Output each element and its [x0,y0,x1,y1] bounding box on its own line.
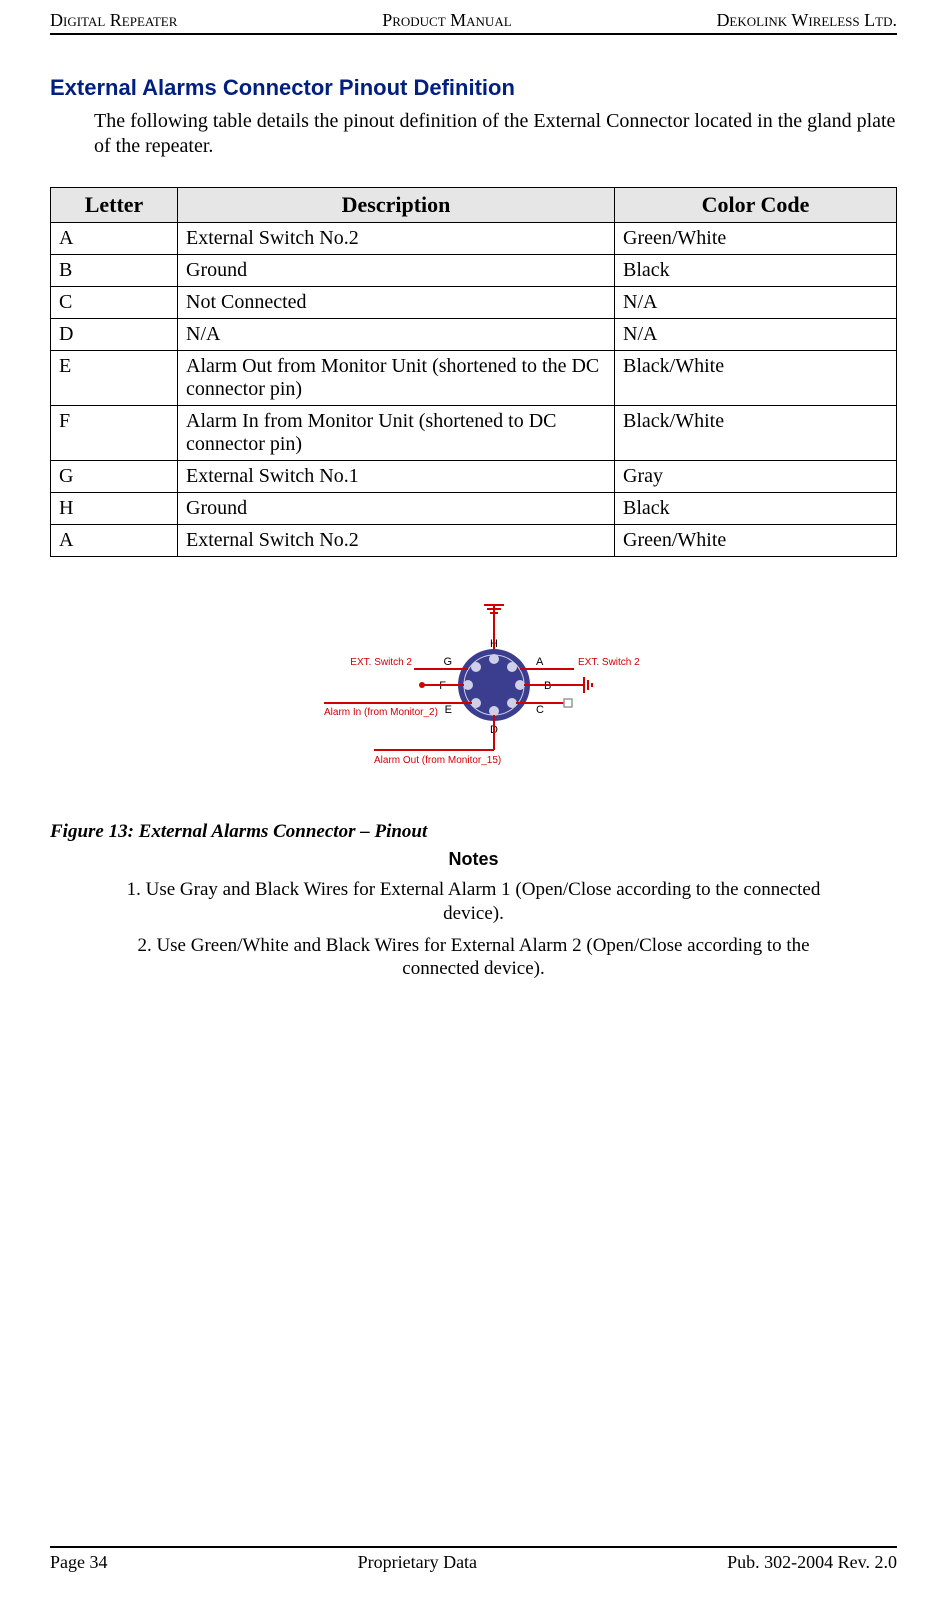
cell-letter: A [51,223,178,255]
cell-letter: F [51,406,178,461]
cell-color: Gray [615,461,897,493]
cell-letter: B [51,255,178,287]
footer-left: Page 34 [50,1552,108,1573]
table-row: E Alarm Out from Monitor Unit (shortened… [51,351,897,406]
table-row: G External Switch No.1 Gray [51,461,897,493]
col-color: Color Code [615,188,897,223]
table-row: A External Switch No.2 Green/White [51,525,897,557]
cell-description: External Switch No.1 [178,461,615,493]
cell-description: Ground [178,255,615,287]
cell-color: Black [615,493,897,525]
cell-color: N/A [615,287,897,319]
label-alarm-in: Alarm In (from Monitor_2) [324,707,438,718]
table-row: D N/A N/A [51,319,897,351]
cell-letter: D [51,319,178,351]
pinout-table: Letter Description Color Code A External… [50,187,897,557]
pin-label-c: C [536,704,544,716]
label-alarm-out: Alarm Out (from Monitor_15) [374,755,501,766]
cell-letter: C [51,287,178,319]
open-c-icon [564,699,572,707]
cell-color: Green/White [615,223,897,255]
label-ext-switch-right: EXT. Switch 2 [578,657,640,668]
pin-label-g: G [443,656,452,668]
connector-diagram: H A B C D E F G EXT. Switch 2 EXT. Switc… [50,585,897,791]
cell-description: N/A [178,319,615,351]
cell-description: External Switch No.2 [178,223,615,255]
page-footer: Page 34 Proprietary Data Pub. 302-2004 R… [50,1546,897,1573]
note-item: 2. Use Green/White and Black Wires for E… [110,934,837,982]
table-header-row: Letter Description Color Code [51,188,897,223]
footer-right: Pub. 302-2004 Rev. 2.0 [727,1552,897,1573]
stub-f-icon [419,682,425,688]
cell-letter: E [51,351,178,406]
table-row: A External Switch No.2 Green/White [51,223,897,255]
notes-heading: Notes [50,849,897,870]
label-ext-switch-left: EXT. Switch 2 [350,657,412,668]
page-header: Digital Repeater Product Manual Dekolink… [50,10,897,35]
cell-description: Alarm Out from Monitor Unit (shortened t… [178,351,615,406]
cell-color: N/A [615,319,897,351]
note-item: 1. Use Gray and Black Wires for External… [110,878,837,926]
table-row: B Ground Black [51,255,897,287]
footer-center: Proprietary Data [358,1552,477,1573]
cell-color: Green/White [615,525,897,557]
cell-description: Ground [178,493,615,525]
col-description: Description [178,188,615,223]
cell-letter: H [51,493,178,525]
pin-label-e: E [444,704,451,716]
pin-label-a: A [536,656,544,668]
cell-color: Black/White [615,351,897,406]
cell-letter: G [51,461,178,493]
figure-caption: Figure 13: External Alarms Connector – P… [50,821,897,843]
cell-description: Alarm In from Monitor Unit (shortened to… [178,406,615,461]
table-row: H Ground Black [51,493,897,525]
cell-color: Black/White [615,406,897,461]
cell-color: Black [615,255,897,287]
cell-description: External Switch No.2 [178,525,615,557]
cell-letter: A [51,525,178,557]
connector-svg: H A B C D E F G EXT. Switch 2 EXT. Switc… [264,585,684,785]
table-row: C Not Connected N/A [51,287,897,319]
header-left: Digital Repeater [50,10,177,31]
col-letter: Letter [51,188,178,223]
intro-paragraph: The following table details the pinout d… [94,109,897,159]
header-center: Product Manual [382,10,511,31]
header-right: Dekolink Wireless Ltd. [716,10,897,31]
section-title: External Alarms Connector Pinout Definit… [50,75,897,101]
cell-description: Not Connected [178,287,615,319]
table-row: F Alarm In from Monitor Unit (shortened … [51,406,897,461]
ground-b-icon [584,677,592,693]
